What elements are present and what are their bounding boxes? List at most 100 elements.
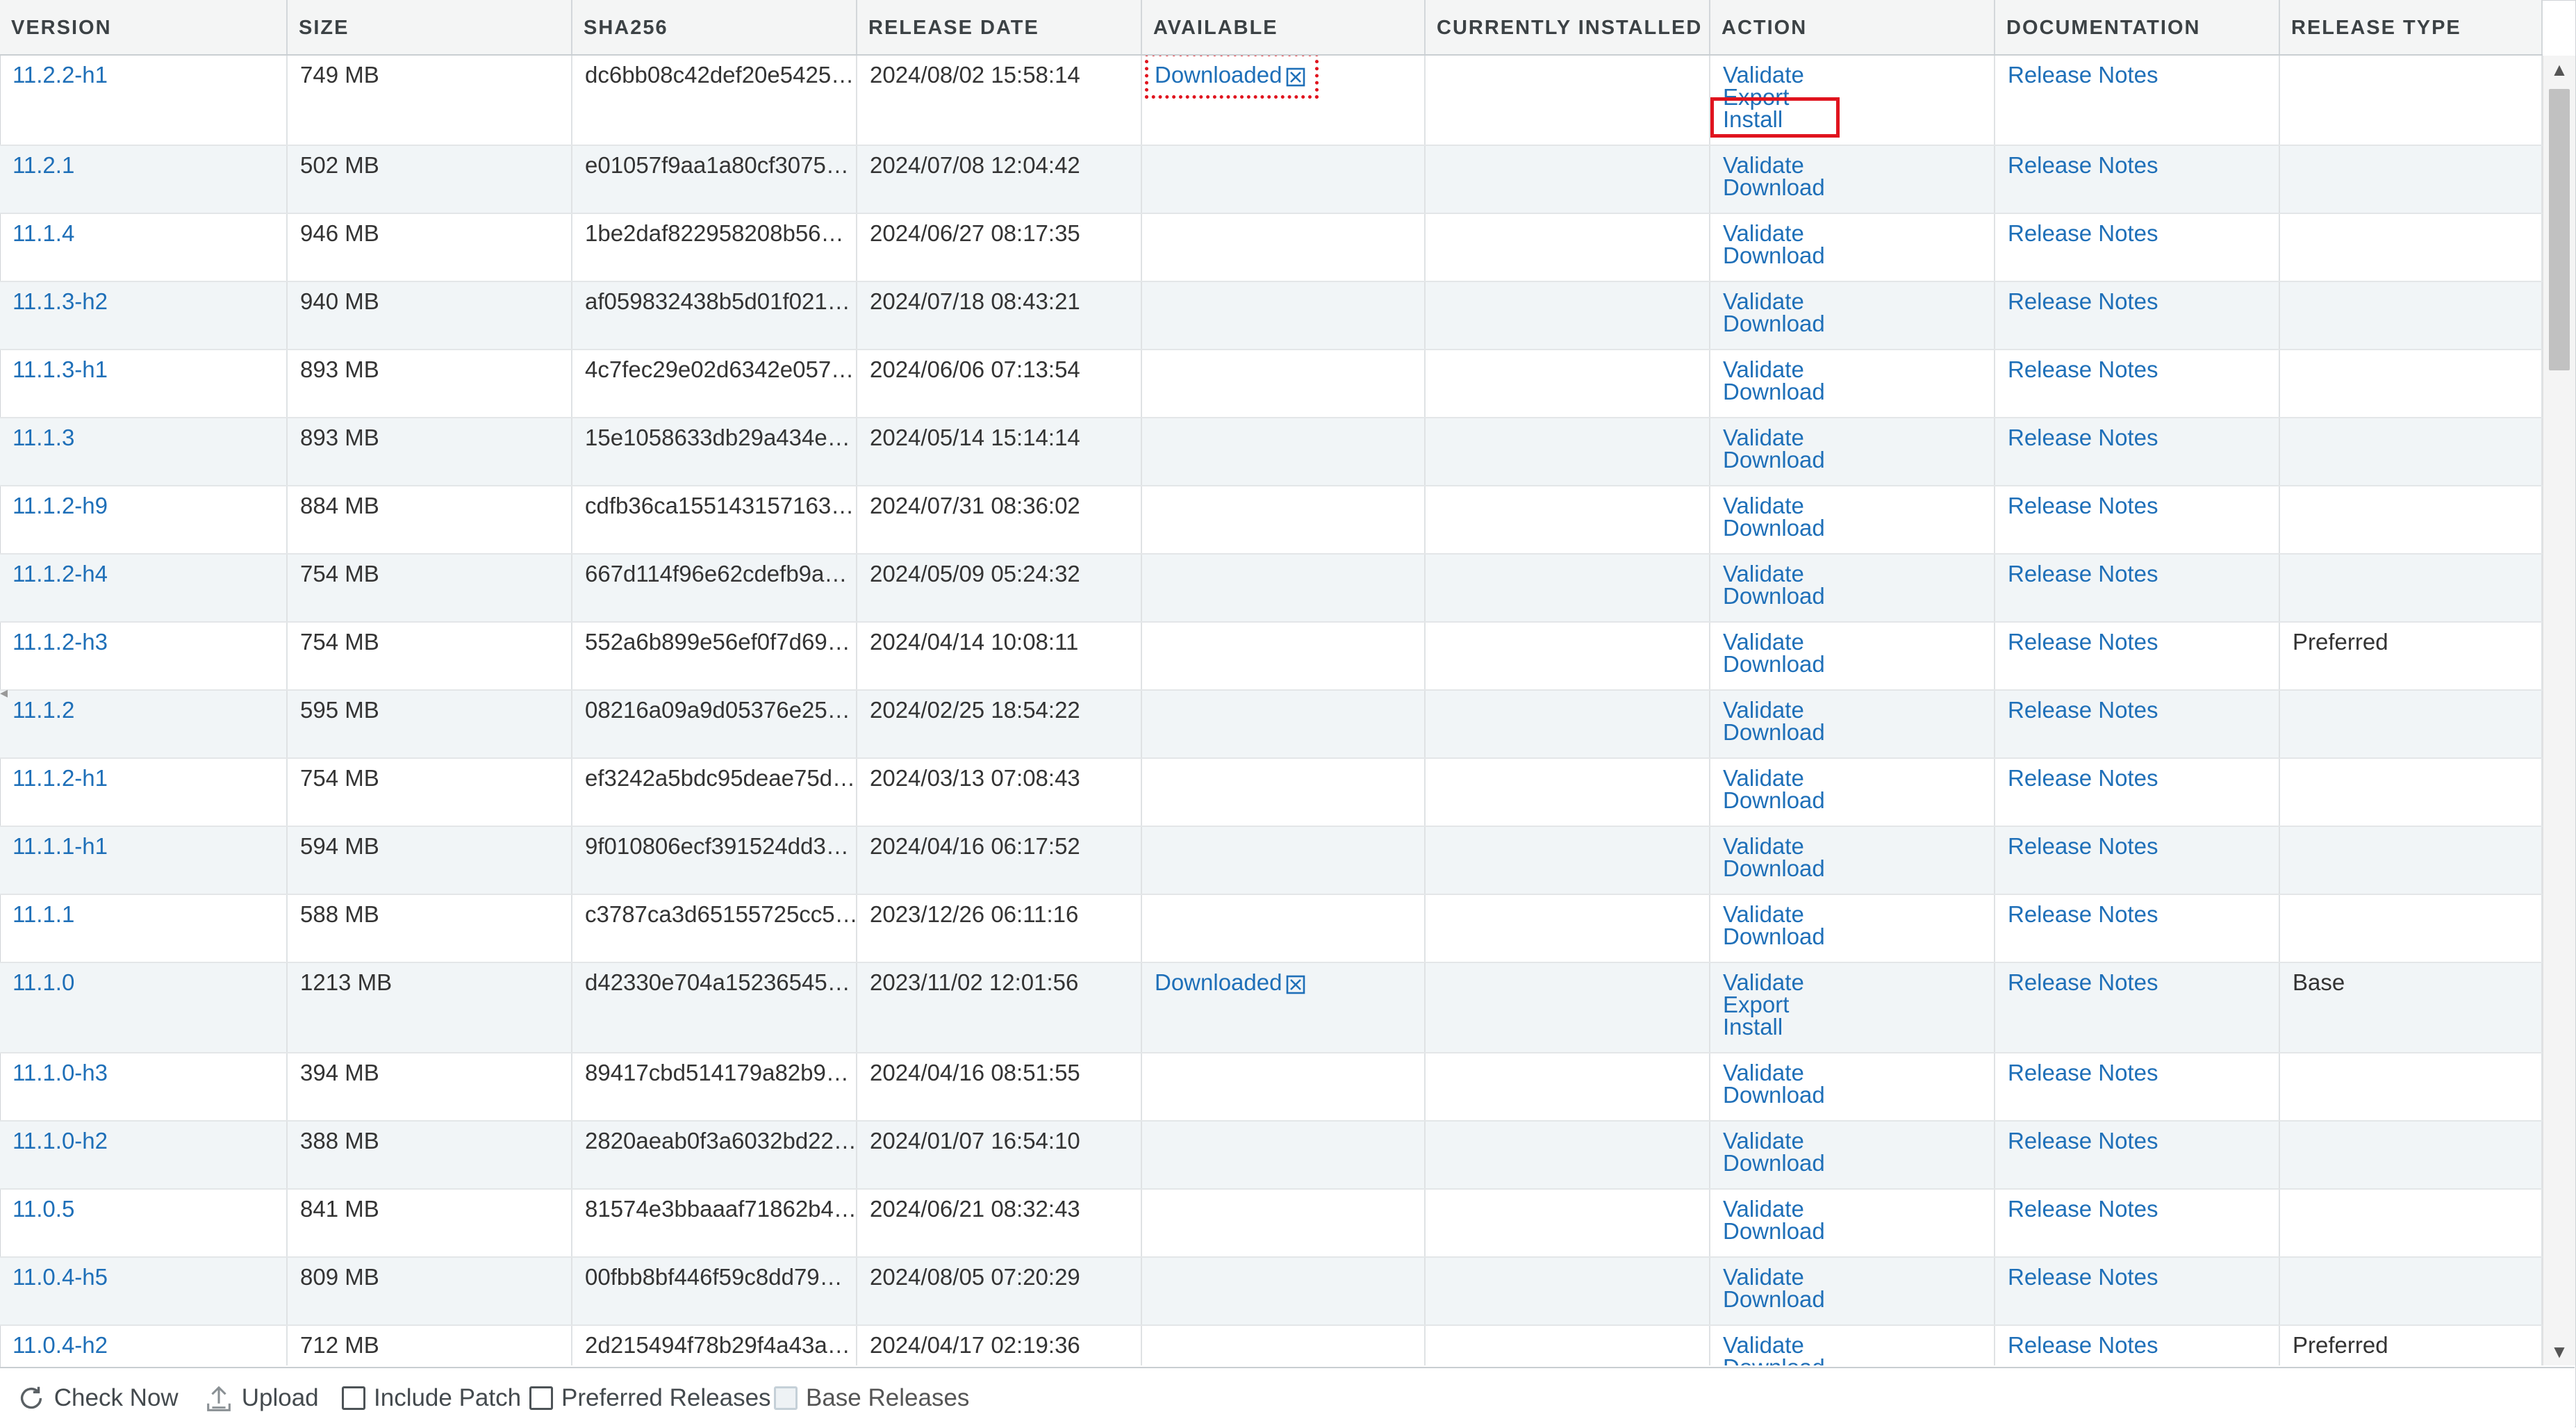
- downloaded-link[interactable]: Downloaded: [1155, 969, 1282, 995]
- version-link[interactable]: 11.1.3-h1: [13, 356, 108, 382]
- collapse-handle-icon[interactable]: ◂: [0, 678, 8, 708]
- column-header-version[interactable]: VERSION: [0, 0, 288, 54]
- release-notes-link[interactable]: Release Notes: [2008, 1332, 2158, 1358]
- scroll-down-arrow-icon[interactable]: ▼: [2543, 1338, 2575, 1365]
- check-now-button[interactable]: Check Now: [15, 1368, 179, 1428]
- table-row[interactable]: 11.1.3 893 MB 15e1058633db29a434e… 2024/05/…: [0, 418, 2543, 486]
- column-header-sha256[interactable]: SHA256: [572, 0, 857, 54]
- version-link[interactable]: 11.1.0-h2: [13, 1128, 108, 1154]
- release-notes-link[interactable]: Release Notes: [2008, 969, 2158, 995]
- table-row[interactable]: 11.1.2 595 MB 08216a09a9d05376e25… 2024/02/…: [0, 691, 2543, 759]
- column-header-documentation[interactable]: DOCUMENTATION: [1995, 0, 2280, 54]
- version-link[interactable]: 11.2.2-h1: [13, 62, 108, 88]
- version-link[interactable]: 11.2.1: [13, 152, 74, 178]
- release-notes-link[interactable]: Release Notes: [2008, 561, 2158, 586]
- version-link[interactable]: 11.1.3-h2: [13, 288, 108, 314]
- version-link[interactable]: 11.1.0-h3: [13, 1060, 108, 1085]
- table-row[interactable]: 11.2.1 502 MB e01057f9aa1a80cf3075… 2024/07…: [0, 146, 2543, 214]
- table-row[interactable]: 11.2.2-h1 749 MB dc6bb08c42def20e5425… 2024…: [0, 56, 2543, 146]
- download-action-link[interactable]: Download: [1723, 584, 1994, 607]
- column-header-available[interactable]: AVAILABLE: [1142, 0, 1426, 54]
- release-notes-link[interactable]: Release Notes: [2008, 765, 2158, 791]
- release-notes-link[interactable]: Release Notes: [2008, 425, 2158, 450]
- table-row[interactable]: 11.1.0 1213 MB d42330e704a15236545… 2023/11…: [0, 963, 2543, 1053]
- version-link[interactable]: 11.1.2-h4: [13, 561, 108, 586]
- download-action-link[interactable]: Download: [1723, 1356, 1994, 1365]
- table-row[interactable]: 11.1.3-h2 940 MB af059832438b5d01f021… 2024…: [0, 282, 2543, 350]
- version-link[interactable]: 11.1.0: [13, 969, 74, 995]
- release-notes-link[interactable]: Release Notes: [2008, 1128, 2158, 1154]
- table-row[interactable]: 11.1.0-h2 388 MB 2820aeab0f3a6032bd22… 2024…: [0, 1122, 2543, 1190]
- version-link[interactable]: 11.1.2-h9: [13, 493, 108, 518]
- export-action-link[interactable]: Export: [1723, 993, 1994, 1016]
- table-row[interactable]: 11.1.2-h3 754 MB 552a6b899e56ef0f7d69… 2024…: [0, 623, 2543, 691]
- version-link[interactable]: 11.0.4-h2: [13, 1332, 108, 1358]
- table-row[interactable]: 11.1.0-h3 394 MB 89417cbd514179a82b9… 2024/…: [0, 1053, 2543, 1122]
- base-releases-box[interactable]: [774, 1386, 798, 1410]
- upload-button[interactable]: Upload: [203, 1368, 319, 1428]
- validate-action-link[interactable]: Validate: [1723, 766, 1994, 789]
- release-notes-link[interactable]: Release Notes: [2008, 493, 2158, 518]
- release-notes-link[interactable]: Release Notes: [2008, 1060, 2158, 1085]
- validate-action-link[interactable]: Validate: [1723, 698, 1994, 721]
- release-notes-link[interactable]: Release Notes: [2008, 62, 2158, 88]
- download-action-link[interactable]: Download: [1723, 380, 1994, 403]
- validate-action-link[interactable]: Validate: [1723, 1061, 1994, 1084]
- scroll-up-arrow-icon[interactable]: ▲: [2543, 56, 2575, 83]
- column-header-release-date[interactable]: RELEASE DATE: [857, 0, 1142, 54]
- table-row[interactable]: 11.1.3-h1 893 MB 4c7fec29e02d6342e057… 2024…: [0, 350, 2543, 418]
- validate-action-link[interactable]: Validate: [1723, 222, 1994, 245]
- download-action-link[interactable]: Download: [1723, 789, 1994, 812]
- download-action-link[interactable]: Download: [1723, 1288, 1994, 1311]
- validate-action-link[interactable]: Validate: [1723, 358, 1994, 381]
- release-notes-link[interactable]: Release Notes: [2008, 356, 2158, 382]
- install-action-highlight[interactable]: Install: [1710, 97, 1994, 138]
- validate-action-link[interactable]: Validate: [1723, 154, 1994, 177]
- download-action-link[interactable]: Download: [1723, 1220, 1994, 1242]
- release-notes-link[interactable]: Release Notes: [2008, 1264, 2158, 1290]
- download-action-link[interactable]: Download: [1723, 857, 1994, 880]
- remove-download-icon[interactable]: [1286, 975, 1305, 994]
- column-header-release-type[interactable]: RELEASE TYPE: [2280, 0, 2543, 54]
- include-patch-box[interactable]: [342, 1386, 365, 1410]
- table-row[interactable]: 11.1.2-h9 884 MB cdfb36ca155143157163… 2024…: [0, 486, 2543, 555]
- table-row[interactable]: 11.1.2-h1 754 MB ef3242a5bdc95deae75d… 2024…: [0, 759, 2543, 827]
- preferred-releases-box[interactable]: [529, 1386, 553, 1410]
- column-header-size[interactable]: SIZE: [288, 0, 572, 54]
- validate-action-link[interactable]: Validate: [1723, 971, 1994, 994]
- column-header-currently-installed[interactable]: CURRENTLY INSTALLED: [1426, 0, 1710, 54]
- release-notes-link[interactable]: Release Notes: [2008, 288, 2158, 314]
- release-notes-link[interactable]: Release Notes: [2008, 1196, 2158, 1222]
- version-link[interactable]: 11.1.2-h1: [13, 765, 108, 791]
- download-action-link[interactable]: Download: [1723, 1083, 1994, 1106]
- release-notes-link[interactable]: Release Notes: [2008, 833, 2158, 859]
- table-row[interactable]: 11.0.5 841 MB 81574e3bbaaaf71862b4… 2024/06…: [0, 1190, 2543, 1258]
- table-row[interactable]: 11.0.4-h2 712 MB 2d215494f78b29f4a43a… 2024…: [0, 1326, 2543, 1365]
- download-action-link[interactable]: Download: [1723, 176, 1994, 199]
- version-link[interactable]: 11.0.4-h5: [13, 1264, 108, 1290]
- download-action-link[interactable]: Download: [1723, 448, 1994, 471]
- download-action-link[interactable]: Download: [1723, 653, 1994, 675]
- validate-action-link[interactable]: Validate: [1723, 835, 1994, 857]
- download-action-link[interactable]: Download: [1723, 312, 1994, 335]
- install-action-link[interactable]: Install: [1723, 1015, 1994, 1038]
- release-notes-link[interactable]: Release Notes: [2008, 901, 2158, 927]
- version-link[interactable]: 11.1.1-h1: [13, 833, 108, 859]
- validate-action-link[interactable]: Validate: [1723, 494, 1994, 517]
- version-link[interactable]: 11.1.4: [13, 220, 74, 246]
- downloaded-status[interactable]: Downloaded: [1145, 56, 1319, 99]
- download-action-link[interactable]: Download: [1723, 516, 1994, 539]
- validate-action-link[interactable]: Validate: [1723, 426, 1994, 449]
- validate-action-link[interactable]: Validate: [1723, 630, 1994, 653]
- validate-action-link[interactable]: Validate: [1723, 1129, 1994, 1152]
- version-link[interactable]: 11.0.5: [13, 1196, 74, 1222]
- vertical-scrollbar[interactable]: ▲ ▼: [2543, 56, 2575, 1365]
- preferred-releases-checkbox[interactable]: Preferred Releases: [529, 1368, 771, 1428]
- table-row[interactable]: 11.1.4 946 MB 1be2daf822958208b56… 2024/06/…: [0, 214, 2543, 282]
- version-link[interactable]: 11.1.2: [13, 697, 74, 723]
- validate-action-link[interactable]: Validate: [1723, 1197, 1994, 1220]
- download-action-link[interactable]: Download: [1723, 925, 1994, 948]
- table-row[interactable]: 11.1.1-h1 594 MB 9f010806ecf391524dd3… 2024…: [0, 827, 2543, 895]
- version-link[interactable]: 11.1.2-h3: [13, 629, 108, 655]
- validate-action-link[interactable]: Validate: [1723, 290, 1994, 313]
